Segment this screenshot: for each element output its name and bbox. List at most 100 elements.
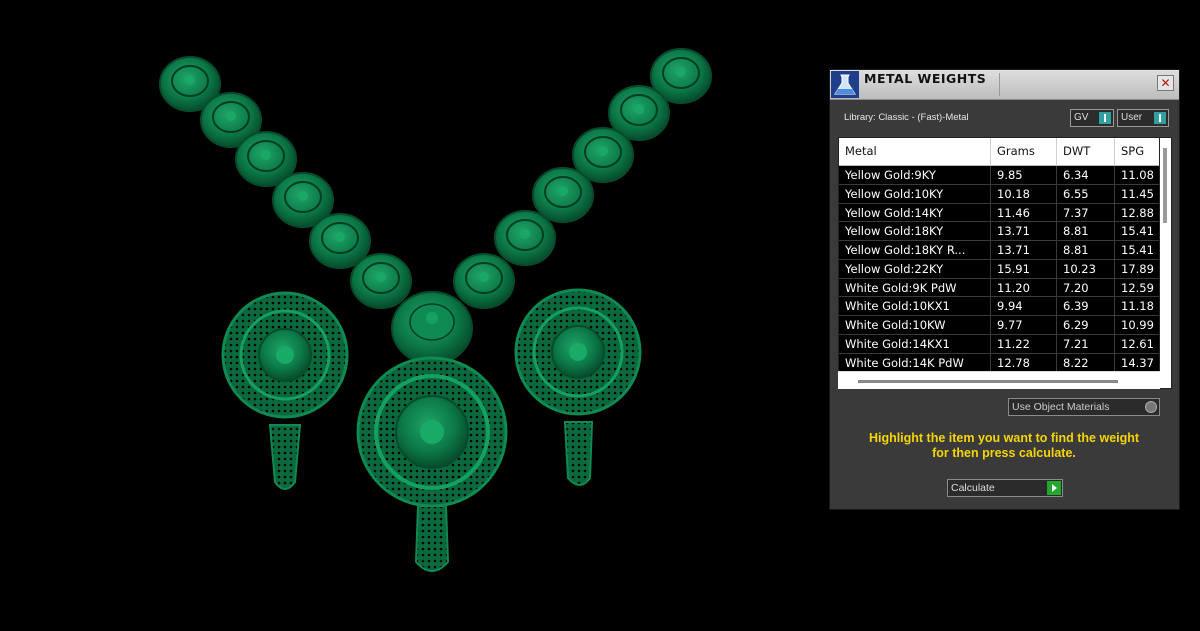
spg-cell: 15.41 bbox=[1115, 222, 1159, 241]
use-object-materials-label: Use Object Materials bbox=[1012, 401, 1110, 413]
grams-cell: 12.78 bbox=[991, 353, 1057, 373]
metal-weights-table[interactable]: Metal Grams DWT SPG Yellow Gold:9KY 9.85 6… bbox=[838, 137, 1160, 389]
gv-toggle-label: GV bbox=[1074, 112, 1089, 123]
instructions-text: Highlight the item you want to find the … bbox=[844, 431, 1164, 461]
user-toggle-label: User bbox=[1121, 112, 1143, 123]
right-earring bbox=[514, 288, 642, 486]
chain-bead bbox=[494, 210, 556, 266]
dwt-cell: 8.81 bbox=[1057, 241, 1115, 260]
user-toggle[interactable]: User bbox=[1117, 109, 1169, 127]
radio-knob-icon bbox=[1145, 401, 1157, 413]
spg-cell: 14.37 bbox=[1115, 354, 1159, 373]
calculate-label: Calculate bbox=[951, 482, 995, 494]
table-horizontal-scrollbar[interactable] bbox=[838, 371, 1160, 389]
grams-cell: 9.85 bbox=[991, 166, 1057, 185]
column-header-dwt[interactable]: DWT bbox=[1057, 138, 1115, 165]
table-row[interactable]: Yellow Gold:9KY 9.85 6.34 11.08 bbox=[839, 166, 1159, 185]
metal-weights-panel: METAL WEIGHTS ✕ Library: Classic - (Fast… bbox=[829, 69, 1180, 510]
table-row[interactable]: Yellow Gold:10KY 10.18 6.55 11.45 bbox=[839, 184, 1159, 204]
spg-cell: 12.59 bbox=[1115, 279, 1159, 298]
metal-cell: White Gold:10KX1 bbox=[839, 297, 991, 316]
vertical-scroll-thumb[interactable] bbox=[1163, 148, 1167, 223]
grams-cell: 13.71 bbox=[991, 222, 1057, 241]
dwt-cell: 7.37 bbox=[1057, 203, 1115, 223]
table-header: Metal Grams DWT SPG bbox=[839, 138, 1159, 166]
grams-cell: 11.46 bbox=[991, 203, 1057, 223]
metal-cell: Yellow Gold:14KY bbox=[839, 203, 991, 223]
dwt-cell: 6.39 bbox=[1057, 297, 1115, 316]
dwt-cell: 6.34 bbox=[1057, 166, 1115, 185]
table-row[interactable]: White Gold:14KX1 11.22 7.21 12.61 bbox=[839, 334, 1159, 354]
spg-cell: 11.18 bbox=[1115, 297, 1159, 316]
dwt-cell: 8.81 bbox=[1057, 222, 1115, 241]
dwt-cell: 10.23 bbox=[1057, 259, 1115, 279]
calculate-button[interactable]: Calculate bbox=[947, 479, 1063, 497]
column-header-spg[interactable]: SPG bbox=[1115, 138, 1159, 165]
table-row[interactable]: White Gold:9K PdW 11.20 7.20 12.59 bbox=[839, 278, 1159, 298]
gv-toggle-switch-icon bbox=[1099, 112, 1111, 124]
horizontal-scroll-thumb[interactable] bbox=[858, 380, 1118, 383]
flask-icon bbox=[831, 71, 859, 98]
3d-viewport[interactable] bbox=[0, 0, 820, 627]
table-row[interactable]: White Gold:14K PdW 12.78 8.22 14.37 bbox=[839, 353, 1159, 373]
instructions-line-2: for then press calculate. bbox=[932, 446, 1076, 460]
necklace-left-chain bbox=[159, 56, 412, 309]
spg-cell: 10.99 bbox=[1115, 316, 1159, 335]
necklace-model[interactable] bbox=[0, 0, 820, 627]
table-row[interactable]: White Gold:10KX1 9.94 6.39 11.18 bbox=[839, 297, 1159, 316]
table-row[interactable]: Yellow Gold:18KY R... 13.71 8.81 15.41 bbox=[839, 241, 1159, 260]
column-header-metal[interactable]: Metal bbox=[839, 138, 991, 165]
panel-title: METAL WEIGHTS bbox=[864, 71, 987, 86]
metal-cell: White Gold:10KW bbox=[839, 316, 991, 335]
dwt-cell: 6.55 bbox=[1057, 184, 1115, 204]
spg-cell: 12.61 bbox=[1115, 335, 1159, 354]
title-divider bbox=[999, 73, 1000, 96]
metal-cell: White Gold:14K PdW bbox=[839, 353, 991, 373]
metal-cell: Yellow Gold:10KY bbox=[839, 184, 991, 204]
play-arrow-icon bbox=[1047, 481, 1061, 495]
use-object-materials-toggle[interactable]: Use Object Materials bbox=[1008, 398, 1160, 416]
spg-cell: 17.89 bbox=[1115, 260, 1159, 279]
grams-cell: 15.91 bbox=[991, 259, 1057, 279]
spg-cell: 15.41 bbox=[1115, 241, 1159, 260]
metal-cell: Yellow Gold:22KY bbox=[839, 259, 991, 279]
left-earring bbox=[221, 291, 349, 490]
spg-cell: 11.08 bbox=[1115, 166, 1159, 185]
gv-toggle[interactable]: GV bbox=[1070, 109, 1114, 127]
grams-cell: 11.20 bbox=[991, 278, 1057, 298]
instructions-line-1: Highlight the item you want to find the … bbox=[868, 431, 1140, 445]
chain-bead bbox=[532, 167, 594, 223]
table-row[interactable]: Yellow Gold:22KY 15.91 10.23 17.89 bbox=[839, 259, 1159, 279]
column-header-grams[interactable]: Grams bbox=[991, 138, 1057, 165]
table-vertical-scrollbar[interactable] bbox=[1160, 137, 1172, 389]
table-row[interactable]: Yellow Gold:18KY 13.71 8.81 15.41 bbox=[839, 222, 1159, 241]
table-row[interactable]: White Gold:10KW 9.77 6.29 10.99 bbox=[839, 316, 1159, 335]
necklace-right-chain bbox=[453, 48, 712, 309]
grams-cell: 9.77 bbox=[991, 316, 1057, 335]
metal-cell: Yellow Gold:18KY R... bbox=[839, 241, 991, 260]
user-toggle-switch-icon bbox=[1154, 112, 1166, 124]
panel-title-bar[interactable]: METAL WEIGHTS ✕ bbox=[830, 70, 1179, 100]
center-connector bbox=[391, 291, 473, 365]
metal-cell: White Gold:14KX1 bbox=[839, 334, 991, 354]
table-row[interactable]: Yellow Gold:14KY 11.46 7.37 12.88 bbox=[839, 203, 1159, 223]
library-label: Library: Classic - (Fast)-Metal bbox=[844, 112, 969, 123]
center-pendant bbox=[356, 356, 508, 572]
metal-cell: White Gold:9K PdW bbox=[839, 278, 991, 298]
close-button[interactable]: ✕ bbox=[1157, 75, 1174, 91]
grams-cell: 13.71 bbox=[991, 241, 1057, 260]
spg-cell: 11.45 bbox=[1115, 185, 1159, 204]
spg-cell: 12.88 bbox=[1115, 204, 1159, 223]
dwt-cell: 7.21 bbox=[1057, 334, 1115, 354]
table-body: Yellow Gold:9KY 9.85 6.34 11.08 Yellow Gold… bbox=[839, 166, 1159, 373]
dwt-cell: 8.22 bbox=[1057, 353, 1115, 373]
grams-cell: 10.18 bbox=[991, 184, 1057, 204]
grams-cell: 11.22 bbox=[991, 334, 1057, 354]
grams-cell: 9.94 bbox=[991, 297, 1057, 316]
dwt-cell: 6.29 bbox=[1057, 316, 1115, 335]
dwt-cell: 7.20 bbox=[1057, 278, 1115, 298]
chain-bead bbox=[453, 253, 515, 309]
metal-cell: Yellow Gold:9KY bbox=[839, 166, 991, 185]
metal-cell: Yellow Gold:18KY bbox=[839, 222, 991, 241]
chain-bead bbox=[350, 253, 412, 309]
